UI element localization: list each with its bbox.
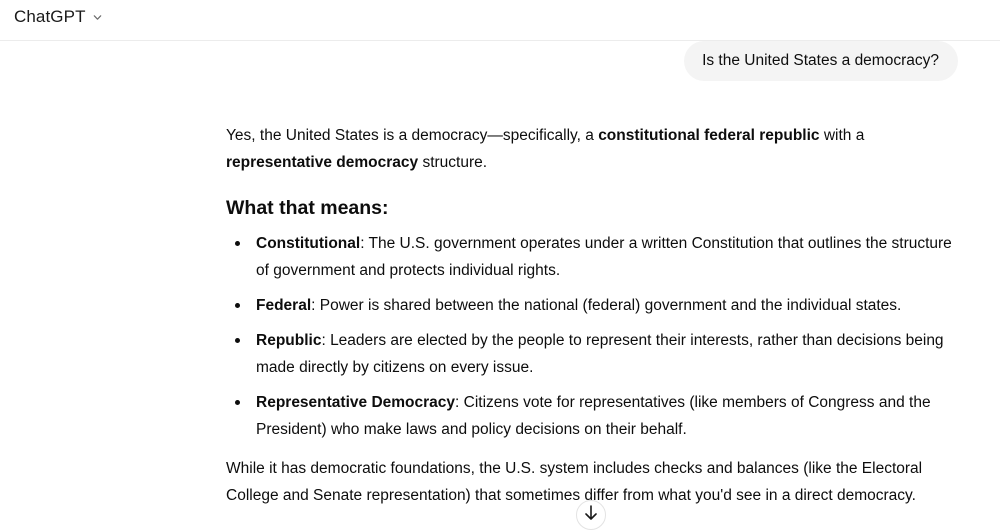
intro-bold-1: constitutional federal republic bbox=[598, 127, 820, 144]
bullet-dot bbox=[235, 241, 240, 246]
list-item: Representative Democracy: Citizens vote … bbox=[226, 389, 966, 443]
intro-bold-2: representative democracy bbox=[226, 154, 419, 171]
list-item: Republic: Leaders are elected by the peo… bbox=[226, 327, 966, 381]
intro-text-1: Yes, the United States is a democracy—sp… bbox=[226, 127, 599, 144]
intro-text-3: structure. bbox=[418, 154, 488, 171]
list-item-text: : The U.S. government operates under a w… bbox=[256, 235, 952, 279]
assistant-message: Yes, the United States is a democracy—sp… bbox=[226, 122, 966, 504]
section-heading: What that means: bbox=[226, 197, 389, 219]
scroll-to-bottom-button[interactable] bbox=[576, 500, 606, 530]
list-item: Federal: Power is shared between the nat… bbox=[226, 292, 966, 319]
user-message-text: Is the United States a democracy? bbox=[702, 52, 939, 69]
model-switcher-button[interactable]: ChatGPT bbox=[14, 5, 104, 29]
top-bar: ChatGPT bbox=[0, 0, 1000, 41]
assistant-intro: Yes, the United States is a democracy—sp… bbox=[226, 122, 966, 176]
list-item: Constitutional: The U.S. government oper… bbox=[226, 230, 966, 284]
list-item-term: Federal bbox=[256, 297, 312, 314]
list-item-text: : Power is shared between the national (… bbox=[311, 297, 902, 314]
bullet-dot bbox=[235, 303, 240, 308]
chevron-down-icon bbox=[92, 12, 104, 24]
bullet-list: Constitutional: The U.S. government oper… bbox=[226, 230, 966, 451]
list-item-text: : Leaders are elected by the people to r… bbox=[256, 332, 944, 376]
list-item-term: Republic bbox=[256, 332, 322, 349]
user-message-bubble: Is the United States a democracy? bbox=[684, 41, 958, 81]
intro-text-2: with a bbox=[819, 127, 865, 144]
list-item-term: Constitutional bbox=[256, 235, 361, 252]
bullet-dot bbox=[235, 338, 240, 343]
model-name: ChatGPT bbox=[14, 7, 86, 26]
arrow-down-icon bbox=[584, 501, 598, 526]
list-item-term: Representative Democracy bbox=[256, 394, 456, 411]
bullet-dot bbox=[235, 400, 240, 405]
